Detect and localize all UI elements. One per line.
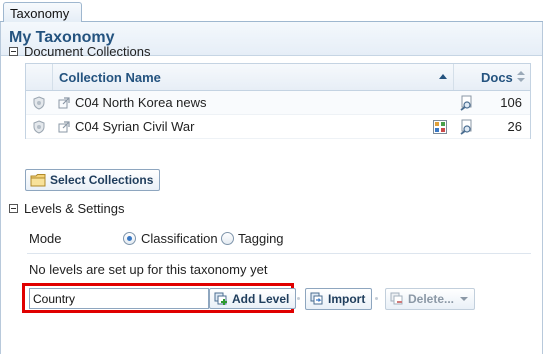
add-level-label: Add Level [232, 291, 290, 306]
level-name-input[interactable] [29, 288, 209, 309]
collection-name: C04 Syrian Civil War [75, 119, 195, 134]
search-doc-icon[interactable] [459, 119, 475, 135]
select-collections-label: Select Collections [50, 173, 154, 187]
separator-dot [297, 297, 300, 300]
tab-taxonomy[interactable]: Taxonomy [3, 2, 82, 23]
collapse-icon[interactable] [9, 47, 18, 56]
collection-doc-count: 106 [500, 95, 522, 110]
folder-icon [30, 174, 46, 187]
import-label: Import [328, 292, 366, 306]
collections-grid: Collection Name Docs C04 North Korea new… [25, 63, 531, 139]
collection-doc-count: 26 [507, 119, 522, 134]
chevron-down-icon [460, 297, 469, 301]
column-header-label: Collection Name [59, 70, 161, 85]
radio-tagging[interactable] [221, 232, 234, 245]
shield-icon[interactable] [32, 120, 46, 134]
header-icon-column [26, 64, 53, 90]
delete-label: Delete... [408, 292, 455, 306]
mode-label: Mode [29, 231, 62, 246]
radio-classification-label[interactable]: Classification [141, 231, 218, 246]
section-levels-settings[interactable]: Levels & Settings [9, 201, 124, 216]
shield-icon[interactable] [32, 96, 46, 110]
add-level-icon [214, 292, 227, 305]
column-header-docs[interactable]: Docs [454, 64, 532, 90]
collapse-icon[interactable] [9, 204, 18, 213]
column-header-collection-name[interactable]: Collection Name [53, 64, 454, 90]
tag-grid-icon[interactable] [433, 120, 447, 134]
sort-icon [517, 71, 525, 83]
select-collections-button[interactable]: Select Collections [25, 169, 161, 191]
radio-classification[interactable] [123, 232, 136, 245]
import-icon [310, 292, 323, 305]
grid-header: Collection Name Docs [26, 64, 530, 91]
external-link-icon[interactable] [58, 97, 70, 109]
radio-tagging-label[interactable]: Tagging [238, 231, 284, 246]
external-link-icon[interactable] [58, 121, 70, 133]
table-row[interactable]: C04 Syrian Civil War 26 [26, 115, 530, 139]
divider [27, 253, 531, 254]
table-row[interactable]: C04 North Korea news 106 [26, 91, 530, 115]
separator-dot [375, 297, 378, 300]
section-title-label: Document Collections [24, 44, 151, 59]
import-button[interactable]: Import [305, 288, 373, 310]
delete-icon [390, 292, 403, 305]
search-doc-icon[interactable] [459, 95, 475, 111]
column-header-label: Docs [481, 70, 513, 85]
sort-ascending-icon [439, 74, 447, 79]
section-document-collections[interactable]: Document Collections [9, 44, 150, 59]
delete-button[interactable]: Delete... [385, 288, 476, 310]
levels-info-text: No levels are set up for this taxonomy y… [29, 262, 268, 277]
add-level-button[interactable]: Add Level [209, 288, 297, 309]
collection-name: C04 North Korea news [75, 95, 207, 110]
section-title-label: Levels & Settings [24, 201, 125, 216]
tab-bar: Taxonomy [0, 0, 543, 23]
